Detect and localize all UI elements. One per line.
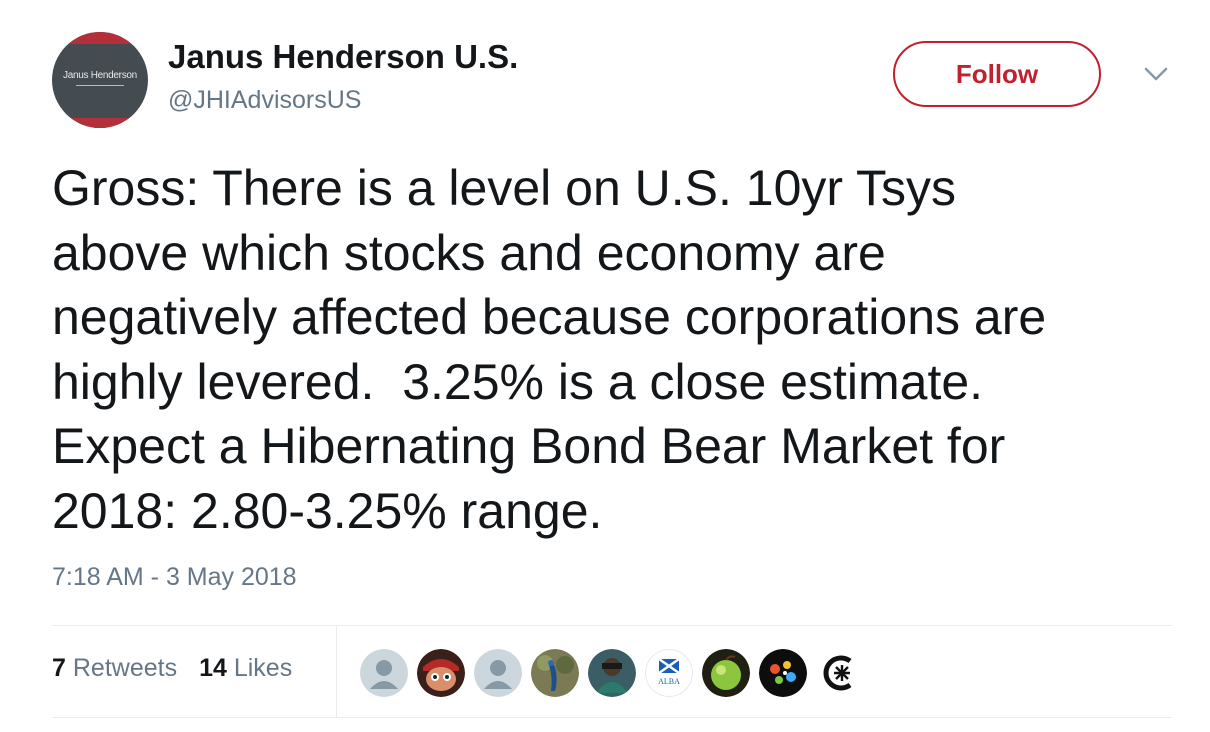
retweets-stat[interactable]: 7 Retweets [52,654,177,683]
liker-avatar[interactable]: ALBA [645,649,693,697]
liker-avatars: ALBA [360,649,864,697]
liker-avatar[interactable] [417,649,465,697]
liker-avatar[interactable] [588,649,636,697]
author-handle[interactable]: @JHIAdvisorsUS [168,86,361,115]
author-avatar[interactable]: Janus Henderson [52,32,148,128]
likes-count: 14 [199,654,227,682]
liker-avatar[interactable] [474,649,522,697]
tweet-text: Gross: There is a level on U.S. 10yr Tsy… [52,160,1047,539]
liker-avatar[interactable] [360,649,408,697]
author-name[interactable]: Janus Henderson U.S. [168,38,518,76]
tweet-stats: 7 Retweets 14 Likes [52,654,292,683]
alba-text: ALBA [658,677,680,686]
default-avatar-icon [360,649,408,697]
liker-avatar[interactable] [531,649,579,697]
scotland-flag-avatar-icon: ALBA [645,649,693,697]
tweet-timestamp[interactable]: 7:18 AM - 3 May 2018 [52,563,297,592]
colorful-splash-avatar-icon [759,649,807,697]
stats-divider-top [52,625,1172,626]
liker-avatar[interactable] [702,649,750,697]
retweets-count: 7 [52,654,66,682]
follow-button[interactable]: Follow [893,41,1101,107]
peacock-avatar-icon [531,649,579,697]
default-avatar-icon [474,649,522,697]
liker-avatar[interactable] [759,649,807,697]
person-avatar-icon [588,649,636,697]
c-star-logo-avatar-icon [816,649,864,697]
green-apple-avatar-icon [702,649,750,697]
stats-divider-bottom [52,717,1172,718]
likes-stat[interactable]: 14 Likes [199,654,292,683]
likes-label: Likes [233,654,293,682]
cartoon-face-avatar-icon [417,649,465,697]
retweets-label: Retweets [72,654,178,682]
liker-avatar[interactable] [816,649,864,697]
avatar-logo-rule [76,85,124,86]
avatar-logo-text: Janus Henderson [63,70,137,81]
stats-vertical-divider [336,626,337,717]
chevron-down-icon[interactable] [1143,64,1169,84]
